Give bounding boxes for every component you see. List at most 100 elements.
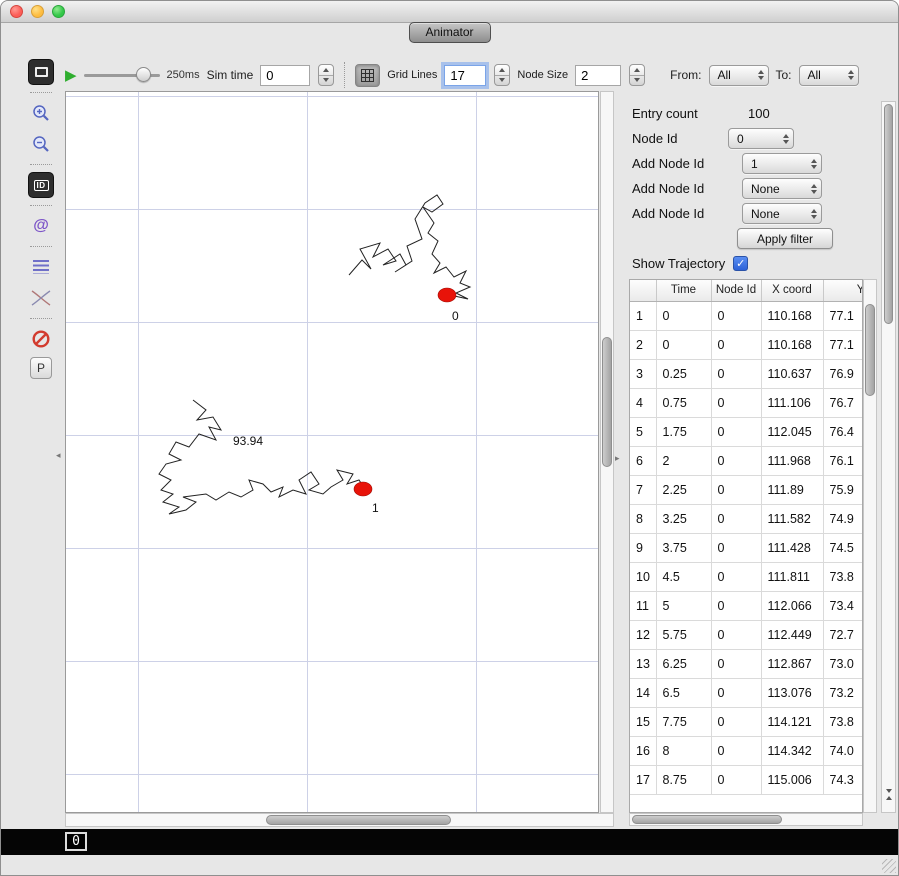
- to-dropdown[interactable]: All: [799, 65, 859, 86]
- table-row[interactable]: 93.750111.42874.5: [630, 533, 863, 562]
- table-row[interactable]: 30.250110.63776.9: [630, 359, 863, 388]
- to-value: All: [808, 68, 821, 82]
- resize-grip[interactable]: [882, 859, 896, 873]
- slider-thumb[interactable]: [136, 67, 151, 82]
- zoom-in-icon: [31, 103, 51, 123]
- show-trajectory-checkbox[interactable]: ✓: [733, 256, 748, 271]
- popup-arrows-icon: [811, 159, 817, 169]
- sim-time-input[interactable]: [260, 65, 310, 86]
- table-row[interactable]: 200110.16877.1: [630, 330, 863, 359]
- node-id-dropdown[interactable]: 0: [728, 128, 794, 149]
- table-row[interactable]: 1680114.34274.0: [630, 736, 863, 765]
- table-row[interactable]: 157.750114.12173.8: [630, 707, 863, 736]
- table-row[interactable]: 620111.96876.1: [630, 446, 863, 475]
- node-size-stepper[interactable]: [629, 64, 645, 86]
- row-index-cell: 12: [630, 620, 656, 649]
- table-row[interactable]: 1150112.06673.4: [630, 591, 863, 620]
- scrollbar-thumb[interactable]: [602, 337, 612, 467]
- capture-tool-button[interactable]: [28, 59, 54, 85]
- filter-panel: Entry count 100 Node Id 0 Add Node Id 1 …: [623, 101, 881, 276]
- zoom-out-button[interactable]: [28, 131, 54, 157]
- data-cell: 74.0: [823, 736, 863, 765]
- scrollbar-thumb[interactable]: [865, 304, 875, 396]
- zoom-in-button[interactable]: [28, 100, 54, 126]
- grid-icon: [361, 69, 374, 82]
- grid-lines-stepper[interactable]: [494, 64, 510, 86]
- column-header[interactable]: X coord: [761, 280, 823, 301]
- add-node-id-dropdown-1[interactable]: 1: [742, 153, 822, 174]
- scrollbar-thumb[interactable]: [632, 815, 782, 824]
- row-index-cell: 15: [630, 707, 656, 736]
- add-node-id-value: None: [751, 207, 780, 221]
- data-cell: 77.1: [823, 301, 863, 330]
- show-node-id-button[interactable]: ID: [28, 172, 54, 198]
- packet-counter-display: 0: [65, 832, 87, 851]
- table-row[interactable]: 125.750112.44972.7: [630, 620, 863, 649]
- toolbar-divider: [30, 246, 52, 247]
- grid-lines-label: Grid Lines: [387, 69, 437, 81]
- node-marker[interactable]: [354, 482, 372, 496]
- data-cell: 73.2: [823, 678, 863, 707]
- trajectory-table[interactable]: TimeNode IdX coordY coord 100110.16877.1…: [629, 279, 863, 813]
- grid-toggle-button[interactable]: [355, 64, 380, 87]
- data-cell: 74.5: [823, 533, 863, 562]
- animator-tab[interactable]: Animator: [408, 22, 490, 43]
- close-button[interactable]: [10, 5, 23, 18]
- from-dropdown[interactable]: All: [709, 65, 769, 86]
- data-cell: 76.1: [823, 446, 863, 475]
- animation-canvas[interactable]: 0193.94: [65, 91, 599, 813]
- play-button[interactable]: ▶: [65, 68, 77, 83]
- trajectory-tool-button[interactable]: @: [28, 213, 54, 239]
- data-cell: 110.637: [761, 359, 823, 388]
- packet-tool-button[interactable]: P: [30, 357, 52, 379]
- table-row[interactable]: 72.250111.8975.9: [630, 475, 863, 504]
- step-up-icon: [323, 68, 329, 72]
- add-node-id-dropdown-3[interactable]: None: [742, 203, 822, 224]
- node-size-input[interactable]: [575, 65, 621, 86]
- table-row[interactable]: 178.750115.00674.3: [630, 765, 863, 794]
- step-down-icon: [499, 78, 505, 82]
- canvas-horizontal-scrollbar[interactable]: [65, 813, 614, 827]
- table-row[interactable]: 51.750112.04576.4: [630, 417, 863, 446]
- table-vertical-scrollbar[interactable]: [863, 279, 877, 813]
- sim-time-stepper[interactable]: [318, 64, 334, 86]
- table-row[interactable]: 40.750111.10676.7: [630, 388, 863, 417]
- scroll-down-arrow-icon[interactable]: [886, 793, 892, 807]
- right-splitter-arrow-icon[interactable]: ▸: [615, 453, 620, 464]
- zoom-button[interactable]: [52, 5, 65, 18]
- column-header[interactable]: [630, 280, 656, 301]
- column-header[interactable]: Node Id: [711, 280, 761, 301]
- add-node-id-dropdown-2[interactable]: None: [742, 178, 822, 199]
- data-cell: 0: [711, 765, 761, 794]
- panel-scrollbar[interactable]: [881, 101, 896, 813]
- speed-slider[interactable]: [84, 67, 160, 83]
- left-splitter-arrow-icon[interactable]: ◂: [56, 450, 61, 461]
- data-cell: 5: [656, 591, 711, 620]
- links-tool-button[interactable]: [28, 285, 54, 311]
- apply-filter-button[interactable]: Apply filter: [737, 228, 833, 249]
- table-row[interactable]: 104.50111.81173.8: [630, 562, 863, 591]
- row-index-cell: 9: [630, 533, 656, 562]
- data-cell: 2: [656, 446, 711, 475]
- canvas-vertical-scrollbar[interactable]: [600, 91, 614, 813]
- popup-arrows-icon: [811, 184, 817, 194]
- table-row[interactable]: 136.250112.86773.0: [630, 649, 863, 678]
- column-header[interactable]: Y coord: [823, 280, 863, 301]
- table-row[interactable]: 146.50113.07673.2: [630, 678, 863, 707]
- column-header[interactable]: Time: [656, 280, 711, 301]
- data-cell: 0: [711, 417, 761, 446]
- table-row[interactable]: 100110.16877.1: [630, 301, 863, 330]
- popup-arrows-icon: [783, 134, 789, 144]
- row-index-cell: 2: [630, 330, 656, 359]
- row-index-cell: 16: [630, 736, 656, 765]
- table-horizontal-scrollbar[interactable]: [629, 813, 863, 826]
- scrollbar-thumb[interactable]: [266, 815, 451, 825]
- data-cell: 0: [711, 707, 761, 736]
- minimize-button[interactable]: [31, 5, 44, 18]
- scrollbar-thumb[interactable]: [884, 104, 893, 324]
- table-row[interactable]: 83.250111.58274.9: [630, 504, 863, 533]
- grid-lines-input[interactable]: [444, 65, 486, 86]
- node-marker[interactable]: [438, 288, 456, 302]
- show-lines-button[interactable]: [28, 254, 54, 280]
- block-tool-button[interactable]: [28, 326, 54, 352]
